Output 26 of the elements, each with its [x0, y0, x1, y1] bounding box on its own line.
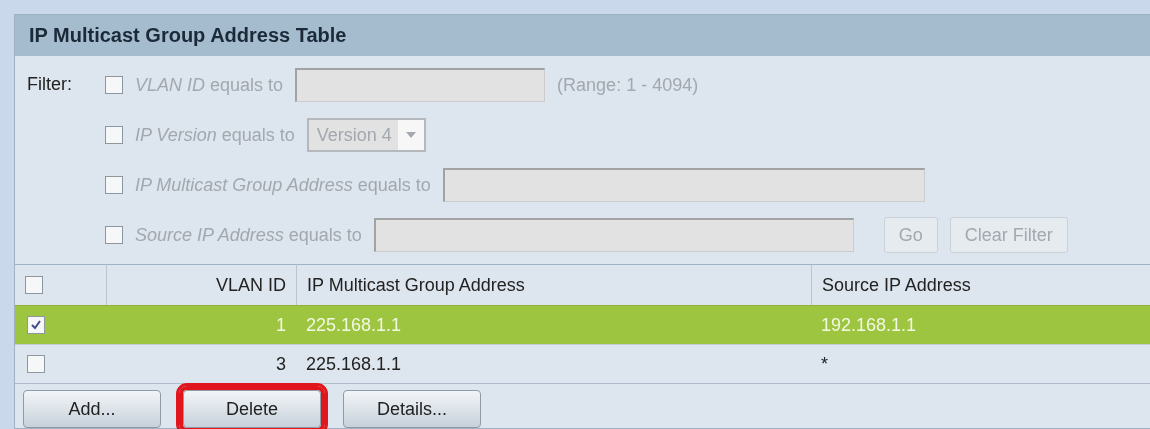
checkbox[interactable] [25, 276, 43, 294]
input-field[interactable] [295, 68, 546, 102]
input-field[interactable] [442, 168, 925, 202]
caret-icon [405, 132, 416, 138]
filter-condition: IP Multicast Group Address equals to [135, 174, 431, 196]
checkbox[interactable] [105, 226, 123, 244]
range-hint: (Range: 1 - 4094) [557, 74, 699, 96]
table-cell: 225.168.1.1 [296, 344, 811, 383]
table-cell: 225.168.1.1 [296, 305, 811, 344]
input-field[interactable] [373, 218, 854, 252]
checkbox[interactable] [105, 126, 123, 144]
checkbox[interactable] [105, 76, 123, 94]
table-cell: * [811, 344, 1150, 383]
table-cell: 1 [106, 305, 296, 344]
add-button[interactable]: Add... [23, 390, 161, 428]
details-button[interactable]: Details... [343, 390, 481, 428]
table-cell: 192.168.1.1 [811, 305, 1150, 344]
filter-condition: Source IP Address equals to [135, 224, 362, 246]
filter-condition: VLAN ID equals to [135, 74, 284, 96]
checkbox[interactable] [27, 355, 45, 373]
checkbox[interactable] [27, 316, 45, 334]
filter-label: Filter: [27, 74, 73, 95]
checkbox[interactable] [105, 176, 123, 194]
panel-title: IP Multicast Group Address Table [15, 15, 1150, 56]
checkmark-icon [30, 319, 42, 331]
filter-condition: IP Version equals to [135, 124, 295, 146]
